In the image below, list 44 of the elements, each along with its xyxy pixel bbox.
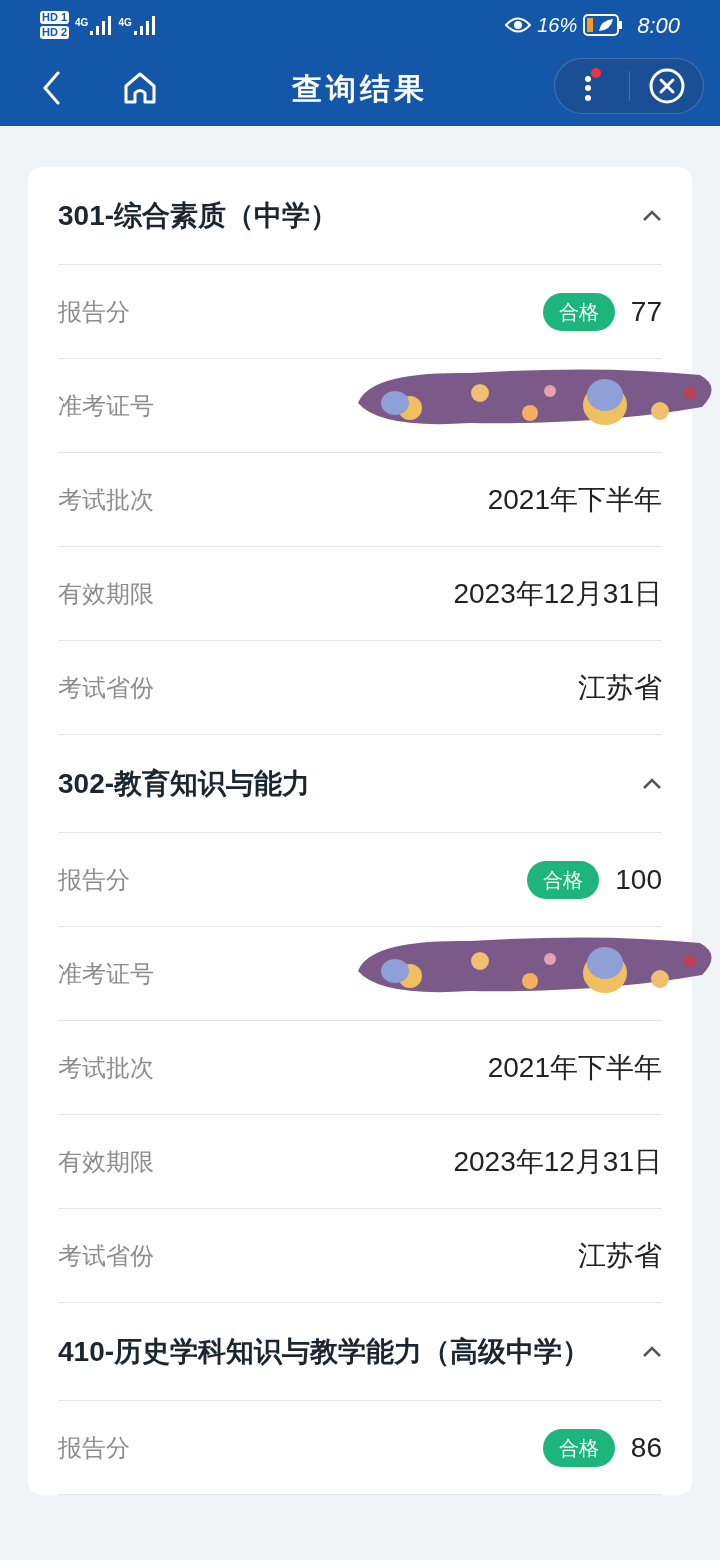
field-label: 报告分 bbox=[58, 864, 130, 895]
field-label: 有效期限 bbox=[58, 578, 154, 609]
chevron-up-icon bbox=[642, 209, 662, 222]
page-title: 查询结果 bbox=[291, 69, 429, 108]
battery-icon bbox=[583, 14, 624, 36]
battery-percent: 16% bbox=[537, 13, 578, 38]
chevron-up-icon bbox=[642, 777, 662, 790]
clock-time: 8:00 bbox=[637, 11, 680, 40]
pass-badge: 合格 bbox=[542, 1428, 615, 1467]
section-title: 302-教育知识与能力 bbox=[58, 766, 312, 801]
score-value: 77 bbox=[630, 294, 662, 329]
field-label: 考试省份 bbox=[58, 672, 154, 703]
field-value: 江苏省 bbox=[578, 670, 662, 705]
field-label: 报告分 bbox=[58, 1432, 130, 1463]
field-value: 2021年下半年 bbox=[487, 482, 662, 517]
score-value: 86 bbox=[630, 1430, 662, 1465]
field-label: 准考证号 bbox=[58, 390, 154, 421]
field-value: 2021年下半年 bbox=[487, 1050, 662, 1085]
field-label: 报告分 bbox=[58, 296, 130, 327]
network-type: 4G bbox=[118, 16, 132, 30]
field-label: 考试批次 bbox=[58, 1052, 154, 1083]
signal-icon bbox=[133, 15, 156, 35]
field-label: 考试批次 bbox=[58, 484, 154, 515]
pass-badge: 合格 bbox=[527, 860, 600, 899]
close-icon bbox=[648, 68, 685, 104]
field-label: 有效期限 bbox=[58, 1146, 154, 1177]
field-value: 江苏省 bbox=[578, 1238, 662, 1273]
field-label: 考试省份 bbox=[58, 1240, 154, 1271]
pass-badge: 合格 bbox=[542, 292, 615, 331]
sim-label: HD 2 bbox=[40, 26, 70, 39]
chevron-up-icon bbox=[642, 1345, 662, 1358]
back-icon bbox=[42, 71, 60, 105]
home-icon bbox=[123, 72, 157, 104]
section-title: 410-历史学科知识与教学能力（高级中学） bbox=[58, 1334, 592, 1369]
section-title: 301-综合素质（中学） bbox=[58, 198, 340, 233]
more-icon bbox=[582, 68, 602, 104]
score-value: 100 bbox=[615, 862, 662, 897]
network-type: 4G bbox=[75, 16, 89, 30]
sim-label: HD 1 bbox=[40, 11, 70, 24]
eye-icon bbox=[505, 16, 532, 34]
field-label: 准考证号 bbox=[58, 958, 154, 989]
signal-icon bbox=[90, 15, 113, 35]
field-value: 2023年12月31日 bbox=[453, 576, 662, 611]
field-value: 2023年12月31日 bbox=[453, 1144, 662, 1179]
